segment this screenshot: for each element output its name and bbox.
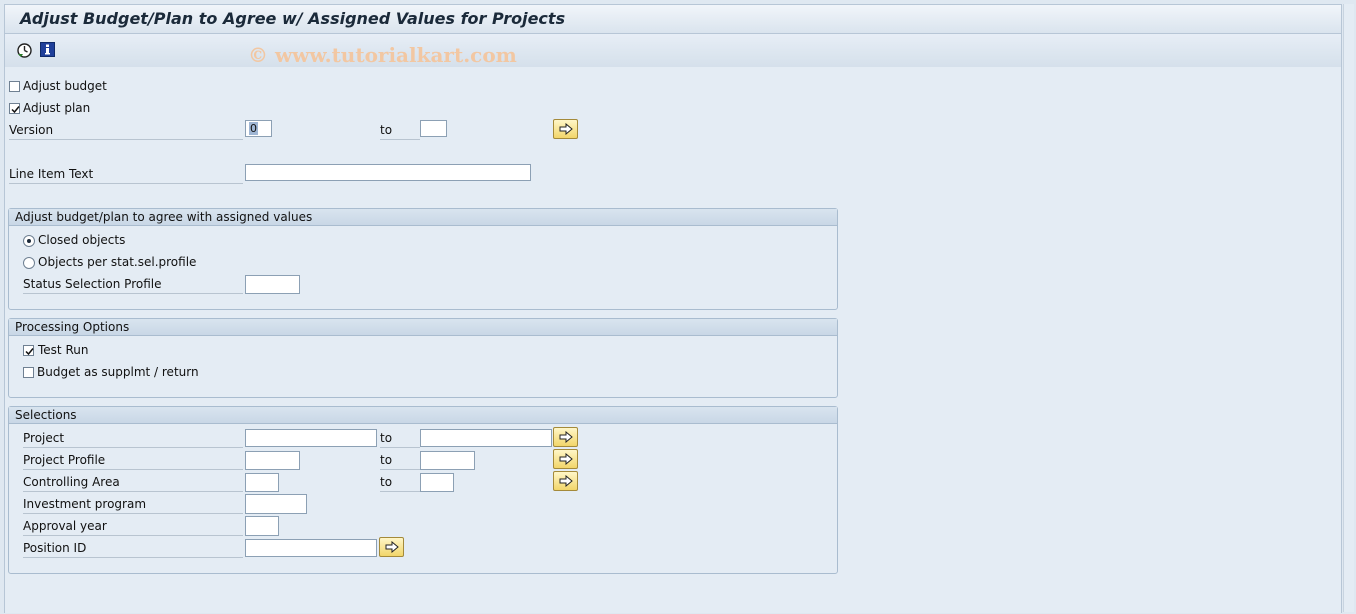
position-id-label: Position ID [23, 539, 243, 558]
watermark-text: © www.tutorialkart.com [248, 43, 517, 67]
version-from-input[interactable]: 0 [245, 120, 272, 137]
adjust-budget-checkbox[interactable] [9, 81, 20, 92]
project-profile-from-input[interactable] [245, 451, 300, 470]
application-toolbar: © www.tutorialkart.com [4, 33, 1342, 68]
processing-options-group-title: Processing Options [9, 319, 837, 336]
test-run-checkbox[interactable] [23, 345, 34, 356]
approval-year-input[interactable] [245, 516, 279, 536]
project-to-label: to [380, 429, 420, 448]
version-to-label: to [380, 121, 420, 140]
budget-supplmt-checkbox[interactable] [23, 367, 34, 378]
investment-program-label: Investment program [23, 495, 243, 514]
version-to-input[interactable] [420, 120, 447, 137]
arrow-right-icon [559, 475, 573, 487]
adjust-values-group-title: Adjust budget/plan to agree with assigne… [9, 209, 837, 226]
adjust-plan-checkbox[interactable] [9, 103, 20, 114]
project-profile-to-input[interactable] [420, 451, 475, 470]
project-profile-multiple-selection-button[interactable] [553, 449, 578, 469]
line-item-text-input[interactable] [245, 164, 531, 181]
position-id-input[interactable] [245, 539, 377, 557]
execute-clock-icon[interactable] [16, 42, 33, 59]
project-from-input[interactable] [245, 429, 377, 447]
version-multiple-selection-button[interactable] [553, 119, 578, 139]
objects-per-profile-label: Objects per stat.sel.profile [38, 255, 197, 269]
project-multiple-selection-button[interactable] [553, 427, 578, 447]
processing-options-group: Processing Options [8, 318, 838, 398]
adjust-budget-label: Adjust budget [23, 79, 107, 93]
investment-program-input[interactable] [245, 494, 307, 514]
budget-supplmt-label: Budget as supplmt / return [37, 365, 199, 379]
project-profile-to-label: to [380, 451, 420, 470]
project-to-input[interactable] [420, 429, 552, 447]
controlling-area-label: Controlling Area [23, 473, 243, 492]
line-item-text-label: Line Item Text [9, 165, 243, 184]
checkmark-icon [11, 106, 20, 114]
adjust-plan-label: Adjust plan [23, 101, 91, 115]
controlling-area-multiple-selection-button[interactable] [553, 471, 578, 491]
arrow-right-icon [559, 123, 573, 135]
arrow-right-icon [559, 453, 573, 465]
title-bar: Adjust Budget/Plan to Agree w/ Assigned … [4, 4, 1342, 33]
closed-objects-radio[interactable] [23, 235, 35, 247]
test-run-label: Test Run [38, 343, 89, 357]
arrow-right-icon [385, 541, 399, 553]
vertical-scrollbar[interactable] [1343, 4, 1354, 612]
page-title: Adjust Budget/Plan to Agree w/ Assigned … [20, 9, 566, 28]
project-profile-label: Project Profile [23, 451, 243, 470]
arrow-right-icon [559, 431, 573, 443]
closed-objects-label: Closed objects [38, 233, 126, 247]
controlling-area-from-input[interactable] [245, 473, 279, 492]
selections-group-title: Selections [9, 407, 837, 424]
position-id-multiple-selection-button[interactable] [379, 537, 404, 557]
status-selection-profile-label: Status Selection Profile [23, 275, 243, 294]
controlling-area-to-input[interactable] [420, 473, 454, 492]
version-label: Version [9, 121, 243, 140]
objects-per-profile-radio[interactable] [23, 257, 35, 269]
status-selection-profile-input[interactable] [245, 275, 300, 294]
info-icon[interactable] [40, 42, 57, 59]
approval-year-label: Approval year [23, 517, 243, 536]
project-label: Project [23, 429, 243, 448]
controlling-area-to-label: to [380, 473, 420, 492]
checkmark-icon [25, 348, 34, 356]
